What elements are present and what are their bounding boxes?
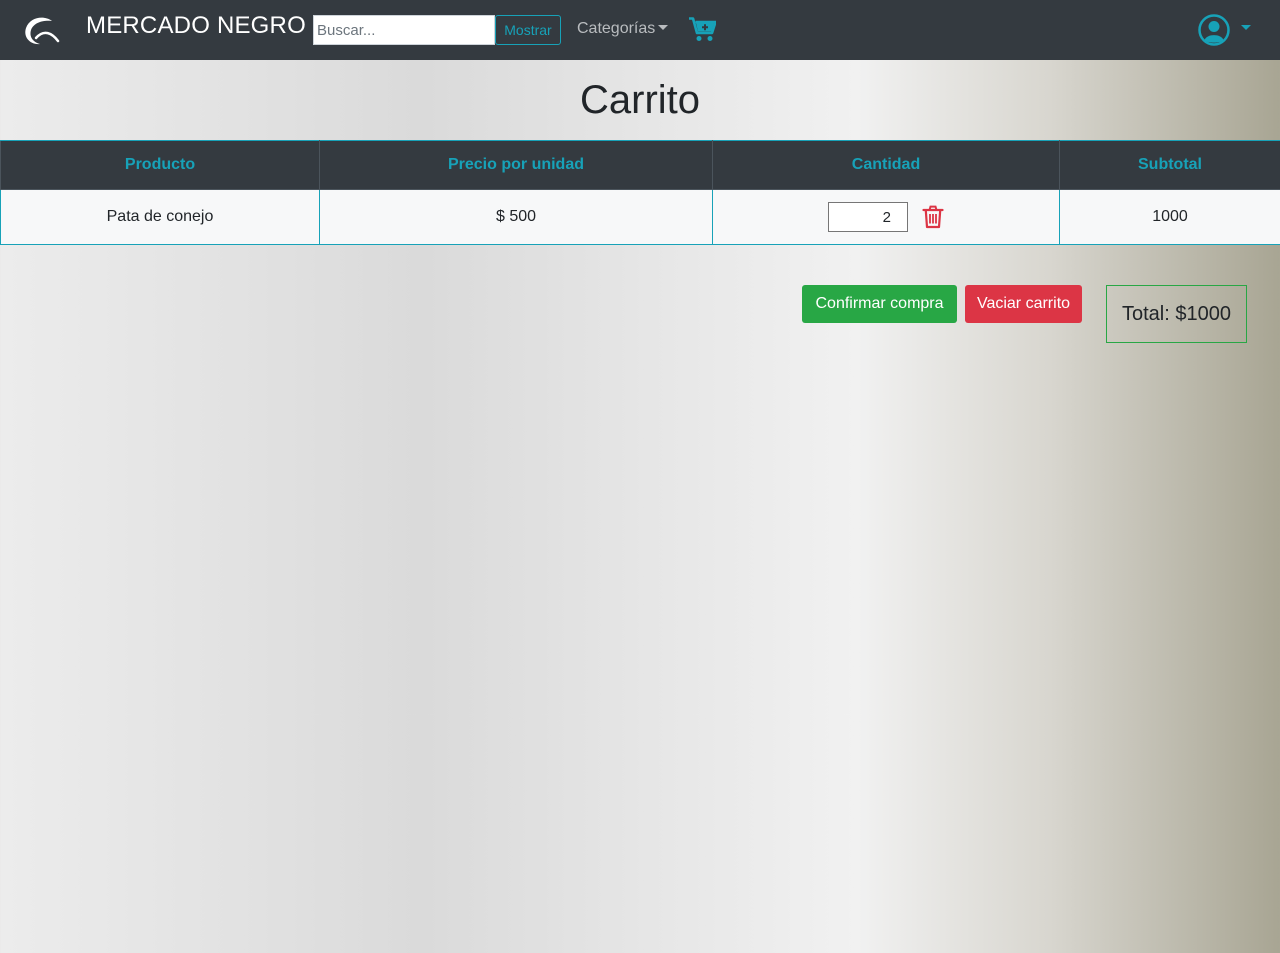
brand-name[interactable]: MERCADO NEGRO (86, 12, 306, 40)
table-header-row: Producto Precio por unidad Cantidad Subt… (0, 140, 1280, 190)
page-title: Carrito (579, 78, 701, 122)
quantity-cell (712, 189, 1060, 245)
column-header-product: Producto (0, 140, 320, 190)
search-input[interactable] (313, 15, 495, 45)
column-header-subtotal: Subtotal (1059, 140, 1280, 190)
cart-total: Total: $1000 (1106, 285, 1247, 343)
sickle-logo-icon[interactable] (22, 13, 60, 47)
chevron-down-icon (658, 25, 669, 30)
quantity-input[interactable] (828, 202, 908, 232)
table-row: Pata de conejo $ 500 1000 (0, 189, 1280, 245)
empty-cart-button[interactable]: Vaciar carrito (965, 285, 1082, 323)
column-header-quantity: Cantidad (712, 140, 1060, 190)
categories-dropdown[interactable]: Categorías (577, 20, 669, 38)
cart-total-label: Total: $1000 (1122, 302, 1231, 325)
column-header-unit-price: Precio por unidad (319, 140, 713, 190)
chevron-down-icon (1241, 25, 1251, 30)
product-name-cell: Pata de conejo (0, 189, 320, 245)
search-button[interactable]: Mostrar (495, 15, 561, 45)
navbar: MERCADO NEGRO Mostrar Categorías (0, 0, 1280, 60)
user-circle-icon (1198, 14, 1230, 46)
subtotal-cell: 1000 (1059, 189, 1280, 245)
unit-price-cell: $ 500 (319, 189, 713, 245)
trash-icon[interactable] (922, 205, 944, 229)
categories-label: Categorías (577, 20, 656, 37)
user-menu[interactable] (1198, 14, 1254, 46)
cart-plus-icon[interactable] (689, 17, 716, 42)
cart-table: Producto Precio por unidad Cantidad Subt… (0, 140, 1280, 245)
confirm-purchase-button[interactable]: Confirmar compra (802, 285, 957, 323)
